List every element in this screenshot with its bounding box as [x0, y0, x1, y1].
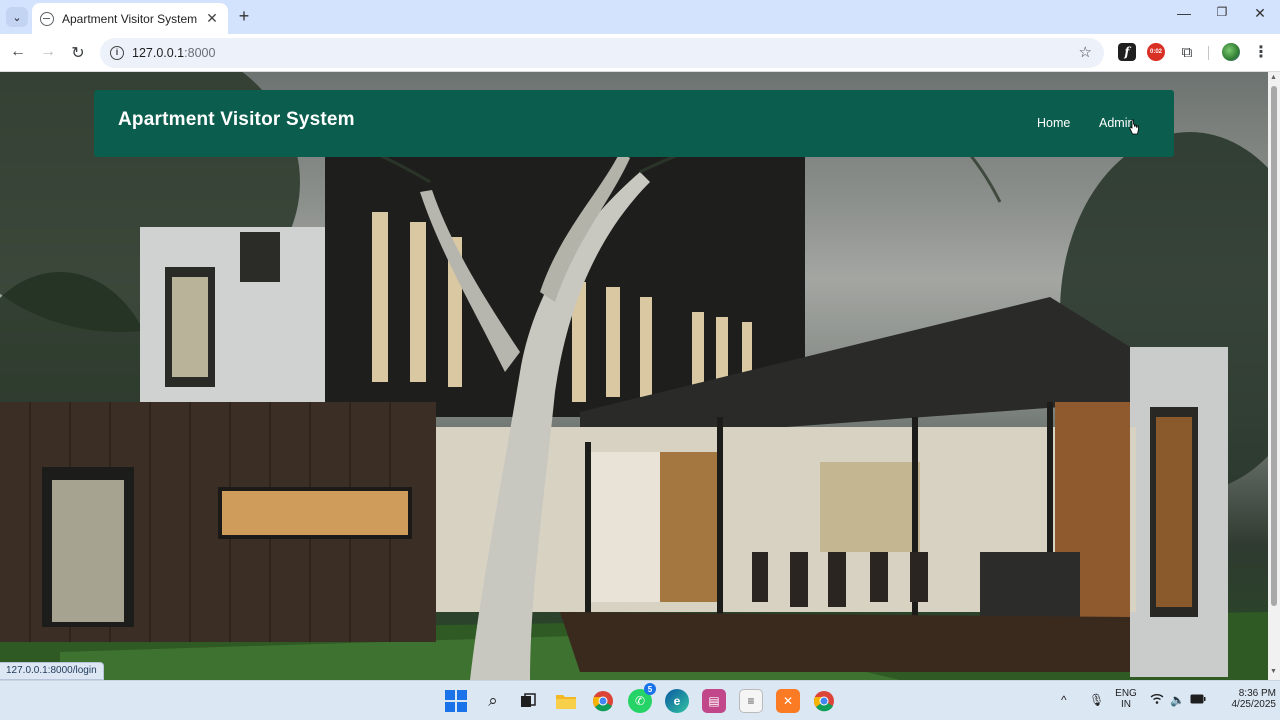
forward-button[interactable]: →	[38, 43, 58, 61]
extension-f-icon[interactable]: f	[1118, 43, 1136, 61]
page-viewport: Apartment Visitor System Home Admin	[0, 72, 1268, 680]
language-indicator[interactable]: ENG IN	[1112, 688, 1140, 710]
os-taskbar: ⌕ ✆ 5 e ▤ ≡ ✕ ^ 🎙 ENG IN 🔈 8:36 PM 4/25/2…	[0, 680, 1280, 720]
whatsapp-icon[interactable]: ✆ 5	[628, 683, 656, 713]
hero-background-image	[0, 72, 1268, 680]
minimize-button[interactable]: —	[1170, 5, 1198, 21]
edge-icon[interactable]: e	[665, 689, 689, 713]
reload-button[interactable]: ↻	[68, 43, 88, 63]
address-bar[interactable]: i 127.0.0.1:8000 ☆	[100, 38, 1104, 68]
wifi-icon[interactable]	[1150, 693, 1164, 708]
site-brand-title[interactable]: Apartment Visitor System	[118, 109, 355, 131]
microphone-icon[interactable]: 🎙	[1089, 693, 1104, 707]
url-host: 127.0.0.1	[132, 46, 185, 60]
file-explorer-icon[interactable]	[554, 689, 578, 713]
scrollbar-thumb[interactable]	[1271, 86, 1277, 606]
screen-recorder-icon[interactable]: 0:02	[1147, 43, 1165, 61]
scroll-up-arrow-icon[interactable]: ▲	[1270, 74, 1277, 81]
tab-close-button[interactable]: ✕	[204, 10, 220, 27]
maximize-button[interactable]: ❐	[1208, 5, 1236, 19]
clock[interactable]: 8:36 PM 4/25/2025	[1214, 688, 1277, 710]
new-tab-button[interactable]: +	[234, 6, 254, 27]
toolbar-divider	[1208, 46, 1209, 60]
volume-icon[interactable]: 🔈	[1170, 693, 1185, 707]
language-code: ENG	[1115, 688, 1137, 699]
tab-title: Apartment Visitor System	[62, 11, 198, 26]
profile-avatar[interactable]	[1222, 43, 1240, 61]
globe-icon	[40, 11, 54, 26]
site-info-icon[interactable]: i	[110, 46, 124, 60]
browser-tab-active[interactable]: Apartment Visitor System ✕	[32, 3, 228, 34]
windows-start-icon[interactable]	[444, 689, 468, 713]
page-scrollbar[interactable]: ▲ ▼	[1268, 72, 1280, 680]
notepad-icon[interactable]: ≡	[739, 689, 763, 713]
bookmark-star-icon[interactable]: ☆	[1079, 43, 1092, 61]
xampp-icon[interactable]: ✕	[776, 689, 800, 713]
extensions-puzzle-icon[interactable]: ⧉	[1178, 43, 1196, 61]
link-status-bubble: 127.0.0.1:8000/login	[0, 662, 104, 680]
modern-house-illustration	[0, 100, 1268, 680]
tray-overflow-chevron-icon[interactable]: ^	[1061, 693, 1067, 707]
keyboard-region: IN	[1121, 699, 1131, 710]
chrome-alt-icon[interactable]	[812, 689, 836, 713]
nav-link-home[interactable]: Home	[1037, 116, 1070, 130]
window-close-button[interactable]: ✕	[1246, 5, 1274, 22]
task-view-icon[interactable]	[516, 689, 540, 713]
browser-menu-icon[interactable]: ⋮	[1252, 43, 1270, 61]
tab-search-button[interactable]: ⌄	[6, 7, 28, 27]
url-port: :8000	[184, 46, 216, 60]
chrome-taskbar-icon[interactable]	[591, 689, 615, 713]
scroll-down-arrow-icon[interactable]: ▼	[1270, 668, 1277, 675]
app-pink-icon[interactable]: ▤	[702, 689, 726, 713]
site-header-navbar: Apartment Visitor System Home Admin	[94, 90, 1174, 157]
tab-strip: ⌄ Apartment Visitor System ✕ + — ❐ ✕	[0, 0, 1280, 34]
whatsapp-notification-badge: 5	[644, 683, 656, 695]
back-button[interactable]: ←	[8, 43, 28, 61]
mouse-pointer-icon	[1129, 119, 1139, 135]
battery-icon[interactable]	[1190, 693, 1206, 707]
search-icon[interactable]: ⌕	[481, 689, 505, 713]
clock-time: 8:36 PM	[1238, 688, 1276, 699]
clock-date: 4/25/2025	[1231, 699, 1277, 710]
chevron-down-icon: ⌄	[12, 11, 22, 24]
browser-toolbar: ← → ↻ i 127.0.0.1:8000 ☆ f 0:02 ⧉ ⋮	[0, 34, 1280, 72]
